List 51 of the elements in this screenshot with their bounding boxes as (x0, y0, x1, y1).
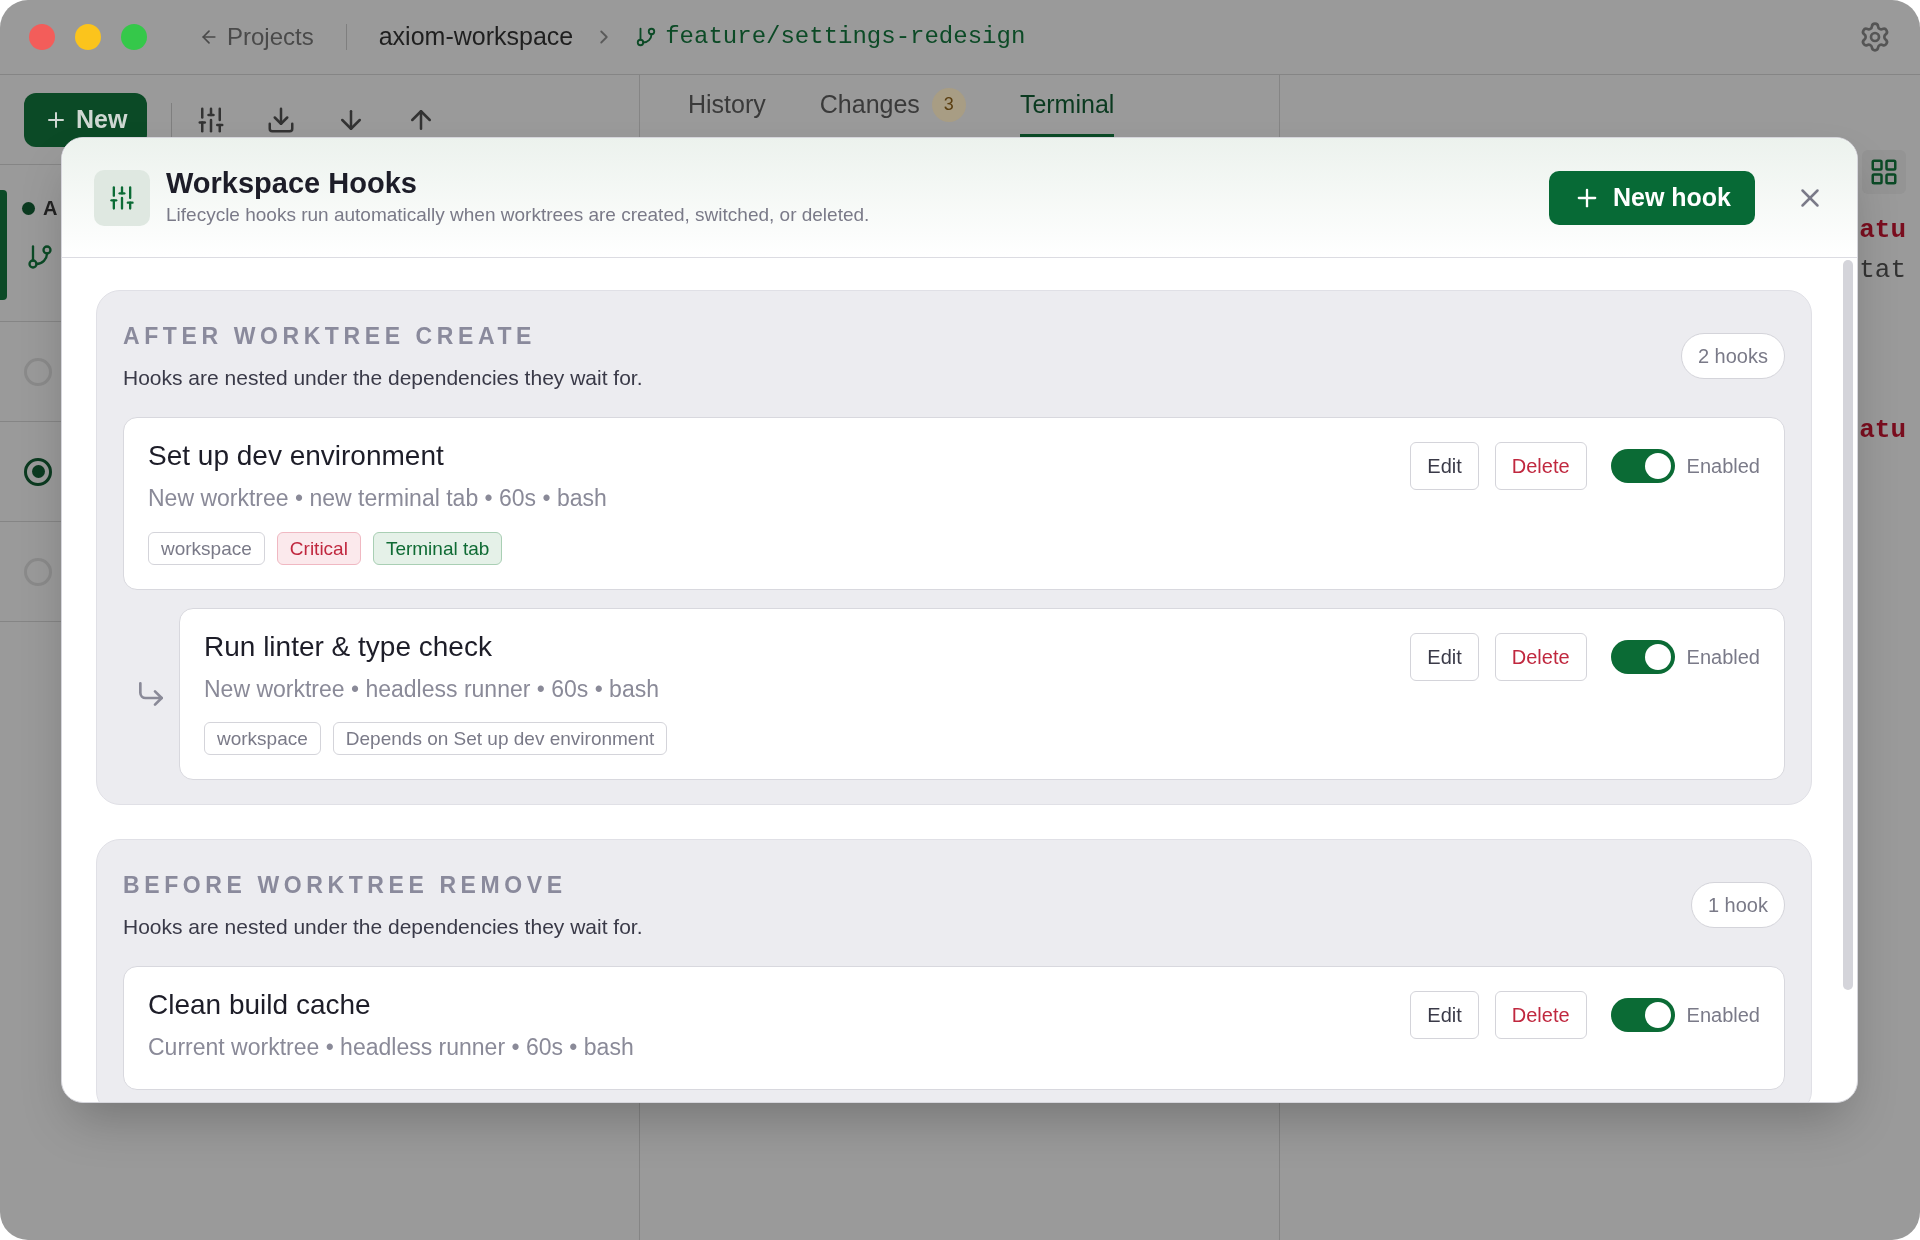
hook-count: 1 hook (1690, 882, 1785, 928)
dialog-title: Workspace Hooks (166, 166, 418, 202)
new-button[interactable]: New (24, 92, 148, 147)
group-description: Hooks are nested under the dependencies they wait for. (123, 913, 643, 940)
edit-button[interactable]: Edit (1410, 442, 1479, 490)
toggle-label: Enabled (1686, 1003, 1760, 1028)
terminal-text: tat (1859, 254, 1906, 287)
dialog-subtitle: Lifecycle hooks run automatically when worktrees are created, switched, or deleted. (166, 203, 870, 228)
toggle-switch[interactable] (1610, 639, 1675, 674)
hook-count: 2 hooks (1680, 333, 1785, 379)
worktree-name: A (43, 196, 58, 221)
grid-view-button[interactable] (1862, 150, 1906, 194)
group-title: BEFORE WORKTREE REMOVE (123, 871, 568, 900)
back-link[interactable]: Projects (199, 19, 314, 55)
delete-button[interactable]: Delete (1494, 442, 1587, 490)
edit-button[interactable]: Edit (1410, 991, 1479, 1039)
hook-title: Set up dev environment (148, 439, 445, 473)
group-title: AFTER WORKTREE CREATE (123, 322, 538, 351)
sliders-icon (94, 169, 150, 226)
hook-title: Run linter & type check (204, 629, 493, 664)
branch-icon (26, 243, 54, 271)
hook-meta: Current worktree • headless runner • 60s • bash (148, 1033, 634, 1062)
terminal-text: atu (1859, 414, 1906, 447)
branch-name: feature/settings-redesign (665, 22, 1026, 52)
toggle-label: Enabled (1686, 644, 1760, 670)
delete-button[interactable]: Delete (1494, 632, 1587, 681)
tag: workspace (204, 722, 321, 755)
scrollbar[interactable] (1843, 260, 1853, 990)
terminal-text: atu (1859, 214, 1906, 247)
settings-icon[interactable] (1859, 21, 1891, 53)
workspace-name: axiom-workspace (378, 21, 574, 53)
branch-icon (635, 26, 658, 48)
tab[interactable]: History (688, 75, 766, 137)
hook-meta: New worktree • headless runner • 60s • bash (204, 674, 660, 704)
toggle-switch[interactable] (1610, 449, 1675, 483)
group-description: Hooks are nested under the dependencies they wait for. (123, 364, 643, 391)
hook-title: Clean build cache (148, 988, 372, 1022)
edit-button[interactable]: Edit (1410, 632, 1479, 681)
grid-icon (1869, 157, 1899, 187)
tag: workspace (148, 531, 265, 565)
hook-meta: New worktree • new terminal tab • 60s • bash (148, 484, 607, 513)
toggle-label: Enabled (1686, 454, 1760, 479)
tag: Terminal tab (372, 531, 503, 565)
radio-button[interactable] (24, 457, 52, 486)
delete-button[interactable]: Delete (1494, 991, 1587, 1039)
count-badge: 3 (931, 87, 966, 122)
tab[interactable]: Changes 3 (819, 75, 966, 137)
tag: Depends on Set up dev environment (332, 722, 668, 755)
new-hook-button[interactable]: New hook (1548, 170, 1755, 225)
toggle-switch[interactable] (1610, 998, 1675, 1032)
tag: Critical (276, 531, 361, 565)
